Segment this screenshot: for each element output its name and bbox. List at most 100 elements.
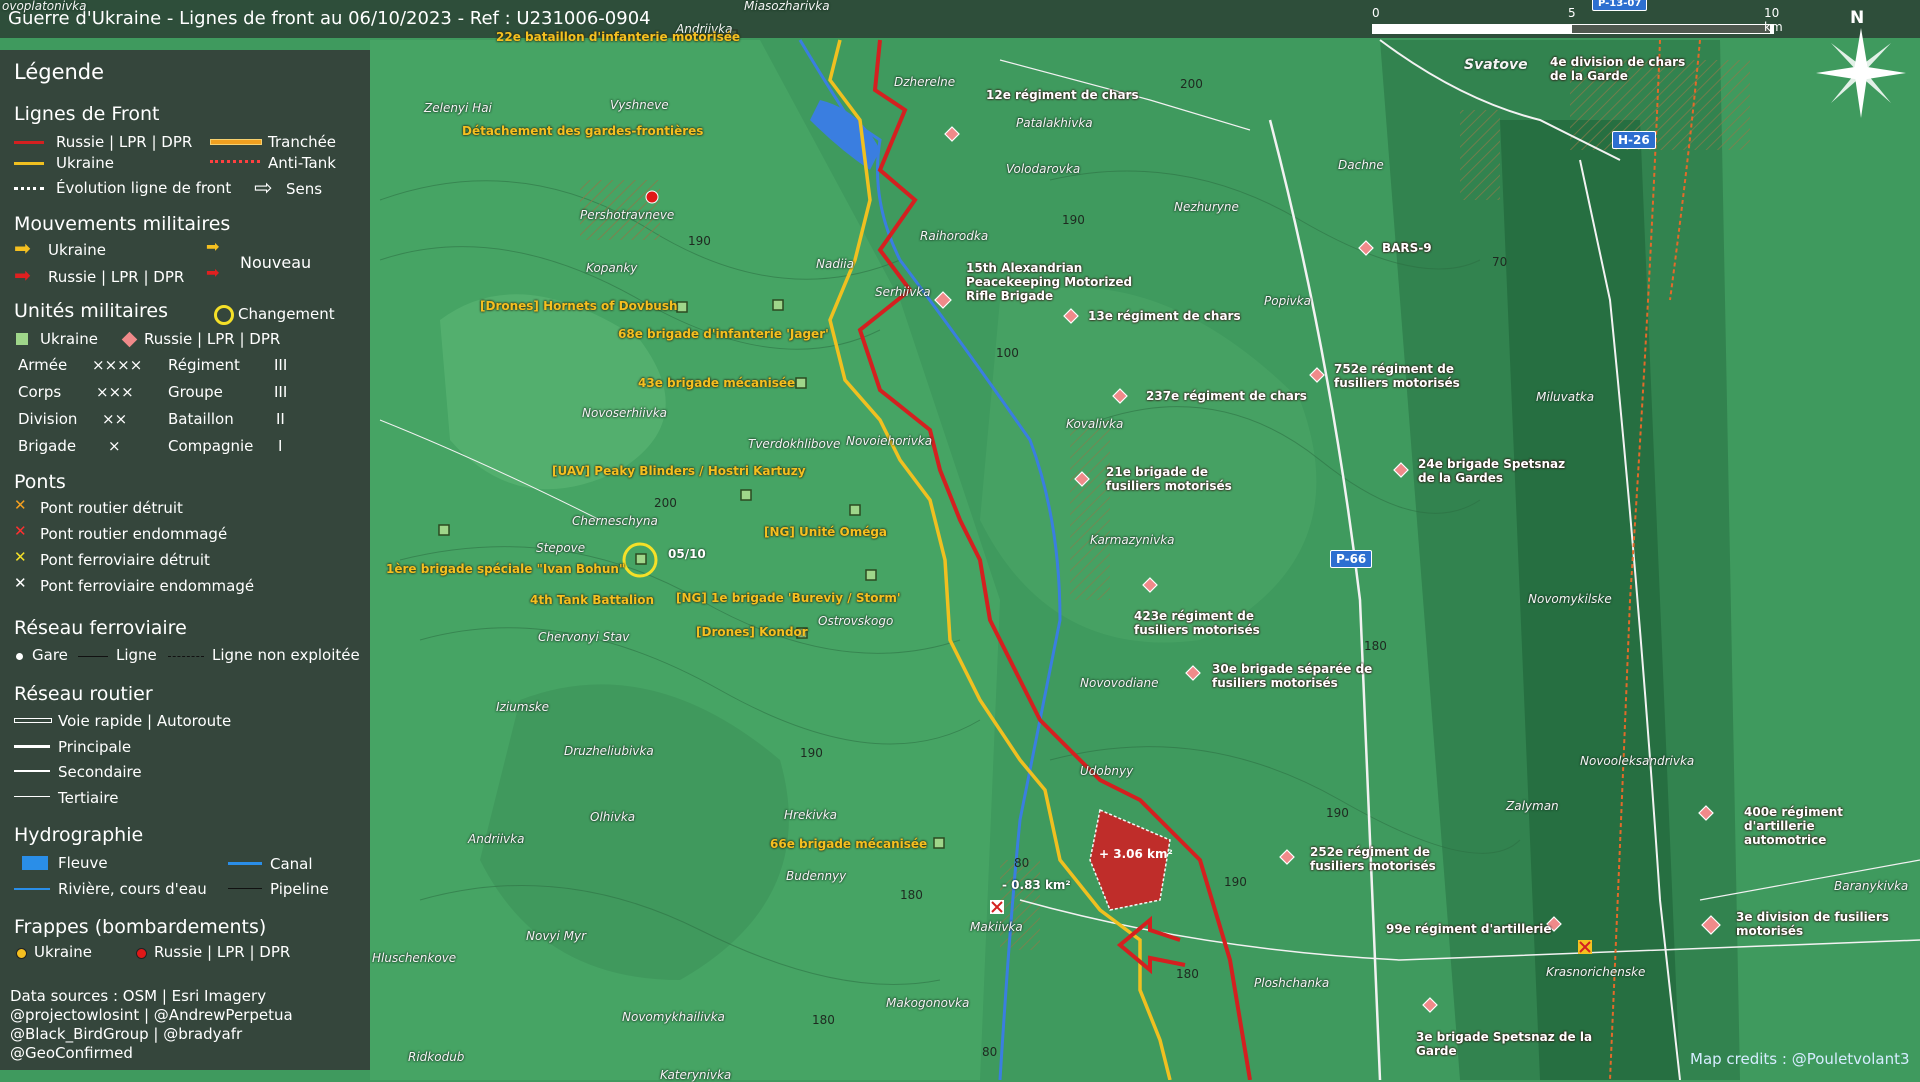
legend-road-3: Tertiaire bbox=[58, 789, 119, 807]
legend-bridge-3: Pont ferroviaire endommagé bbox=[40, 577, 255, 595]
legend-rail-line: Ligne bbox=[116, 646, 157, 664]
road-sign-h26: H-26 bbox=[1612, 131, 1656, 149]
legend-hydro-canal: Canal bbox=[270, 855, 313, 873]
place-label: Novomykhailivka bbox=[622, 1010, 725, 1024]
place-label: Novyi Myr bbox=[526, 929, 587, 943]
ua-unit-label[interactable]: 4th Tank Battalion bbox=[530, 593, 654, 607]
ukraine-line-swatch bbox=[14, 162, 44, 165]
road-bridge-destroyed-icon: ✕ bbox=[14, 496, 27, 514]
ru-unit-label[interactable]: 13e régiment de chars bbox=[1088, 309, 1241, 323]
place-label: Miluvatka bbox=[1536, 390, 1595, 404]
elevation-label: 190 bbox=[1062, 213, 1085, 227]
place-label: Ploshchanka bbox=[1254, 976, 1330, 990]
source-line: @Black_BirdGroup | @bradyafr bbox=[10, 1025, 243, 1043]
legend-change: Changement bbox=[238, 305, 335, 323]
place-label: Nadiia bbox=[816, 257, 854, 271]
scale-mid: 5 bbox=[1568, 6, 1576, 20]
station-dot-icon bbox=[16, 653, 23, 660]
legend-strike-russia: Russie | LPR | DPR bbox=[154, 943, 291, 961]
ru-unit-label[interactable]: 21e brigade de fusiliers motorisés bbox=[1106, 465, 1266, 493]
legend-road-2: Secondaire bbox=[58, 763, 142, 781]
unit-echelon-group-symbol: III bbox=[274, 383, 288, 401]
legend-bridges-title: Ponts bbox=[14, 471, 66, 493]
place-label: Vyshneve bbox=[610, 98, 669, 112]
legend-move-russia: Russie | LPR | DPR bbox=[48, 268, 185, 286]
ua-unit-marker bbox=[635, 553, 647, 565]
legend-unit-ukraine: Ukraine bbox=[40, 330, 98, 348]
scale-end: 10 km bbox=[1764, 6, 1783, 34]
place-label: Krasnorichenske bbox=[1546, 965, 1646, 979]
unit-echelon-army-symbol: ×××× bbox=[92, 356, 143, 374]
change-date-label: 05/10 bbox=[668, 547, 706, 561]
place-label: Druzheliubivka bbox=[564, 744, 654, 758]
legend-strike-ukraine: Ukraine bbox=[34, 943, 92, 961]
place-label: Stepove bbox=[536, 541, 586, 555]
ru-unit-label[interactable]: 237e régiment de chars bbox=[1146, 389, 1307, 403]
ua-unit-label[interactable]: 22e bataillon d'infanterie motorisée bbox=[496, 30, 740, 44]
ru-unit-label[interactable]: 752e régiment de fusiliers motorisés bbox=[1334, 362, 1494, 390]
ru-unit-label[interactable]: 24e brigade Spetsnaz de la Gardes bbox=[1418, 457, 1578, 485]
unit-echelon-corps: Corps bbox=[18, 383, 62, 401]
ua-unit-label[interactable]: [Drones] Kondor bbox=[696, 625, 808, 639]
river-fill-swatch bbox=[22, 856, 48, 870]
map-title: Guerre d'Ukraine - Lignes de front au 06… bbox=[8, 8, 651, 29]
place-label: Hluschenkove bbox=[372, 951, 457, 965]
ua-unit-label[interactable]: 43e brigade mécanisée bbox=[638, 376, 795, 390]
unit-echelon-army: Armée bbox=[18, 356, 68, 374]
place-label: Iziumske bbox=[496, 700, 550, 714]
road-sign-p66: P-66 bbox=[1330, 550, 1373, 568]
ua-unit-marker bbox=[795, 377, 807, 389]
place-label: Nezhuryne bbox=[1174, 200, 1239, 214]
trench-swatch bbox=[210, 139, 262, 145]
legend-hydro-river: Fleuve bbox=[58, 854, 108, 872]
legend-title: Légende bbox=[14, 60, 105, 84]
ua-unit-marker bbox=[676, 301, 688, 313]
place-label: Volodarovka bbox=[1006, 162, 1081, 176]
source-line: @projectowlosint | @AndrewPerpetua bbox=[10, 1006, 293, 1024]
unit-echelon-division-symbol: ×× bbox=[102, 410, 128, 428]
road-bridge-damaged-icon: ✕ bbox=[14, 522, 27, 540]
russia-unit-diamond-icon bbox=[121, 331, 138, 348]
ua-unit-label[interactable]: 1ère brigade spéciale "Ivan Bohun" bbox=[386, 562, 625, 576]
map-credit: Map credits : @Pouletvolant3 bbox=[1690, 1050, 1910, 1068]
new-russia-arrow-icon: ➡ bbox=[206, 263, 220, 282]
ua-unit-label[interactable]: 66e brigade mécanisée bbox=[770, 837, 927, 851]
new-ukraine-arrow-icon: ➡ bbox=[206, 237, 220, 256]
place-label: Zalyman bbox=[1506, 799, 1559, 813]
legend-rail-title: Réseau ferroviaire bbox=[14, 617, 187, 639]
evolution-swatch bbox=[14, 187, 44, 190]
legend-bridge-1: Pont routier endommagé bbox=[40, 525, 228, 543]
place-label: Baranykivka bbox=[1834, 879, 1909, 893]
russia-line-swatch bbox=[14, 141, 44, 144]
ua-unit-label[interactable]: [NG] 1e brigade 'Bureviy / Storm' bbox=[676, 591, 901, 605]
place-label: Ostrovskogo bbox=[818, 614, 894, 628]
ru-unit-label[interactable]: BARS-9 bbox=[1382, 241, 1432, 255]
ua-unit-label[interactable]: [UAV] Peaky Blinders / Hostri Kartuzy bbox=[552, 464, 806, 478]
ru-unit-label[interactable]: 252e régiment de fusiliers motorisés bbox=[1310, 845, 1460, 873]
elevation-label: 100 bbox=[996, 346, 1019, 360]
ua-unit-label[interactable]: [NG] Unité Oméga bbox=[764, 525, 887, 539]
unit-echelon-company: Compagnie bbox=[168, 437, 254, 455]
place-label: Olhivka bbox=[590, 810, 636, 824]
legend-panel: Légende Lignes de Front Russie | LPR | D… bbox=[0, 50, 370, 1070]
ru-unit-label[interactable]: 30e brigade séparée de fusiliers motoris… bbox=[1212, 662, 1392, 690]
ua-unit-label[interactable]: [Drones] Hornets of Dovbush bbox=[480, 299, 678, 313]
ru-unit-label[interactable]: 3e division de fusiliers motorisés bbox=[1736, 910, 1896, 938]
ru-unit-label[interactable]: 4e division de chars de la Garde bbox=[1550, 55, 1700, 83]
ru-unit-label[interactable]: 99e régiment d'artillerie bbox=[1386, 922, 1552, 936]
legend-evolution: Évolution ligne de front bbox=[56, 179, 232, 197]
elevation-label: 80 bbox=[1014, 856, 1030, 870]
unit-echelon-battalion-symbol: II bbox=[276, 410, 285, 428]
ru-unit-label[interactable]: 3e brigade Spetsnaz de la Garde bbox=[1416, 1030, 1606, 1058]
place-label: Novoiehorivka bbox=[846, 434, 933, 448]
ru-unit-label[interactable]: 400e régiment d'artillerie automotrice bbox=[1744, 805, 1894, 847]
place-label: ovoplatonivka bbox=[2, 0, 87, 13]
ua-unit-label[interactable]: 68e brigade d'infanterie 'Jager' bbox=[618, 327, 829, 341]
ru-unit-label[interactable]: 12e régiment de chars bbox=[986, 88, 1139, 102]
ru-unit-label[interactable]: 15th Alexandrian Peacekeeping Motorized … bbox=[966, 261, 1166, 303]
ua-unit-label[interactable]: Détachement des gardes-frontières bbox=[462, 124, 703, 138]
elevation-label: 190 bbox=[1224, 875, 1247, 889]
ru-unit-label[interactable]: 423e régiment de fusiliers motorisés bbox=[1134, 609, 1274, 637]
road-tertiary-swatch bbox=[14, 796, 50, 797]
place-label: Raihorodka bbox=[920, 229, 989, 243]
